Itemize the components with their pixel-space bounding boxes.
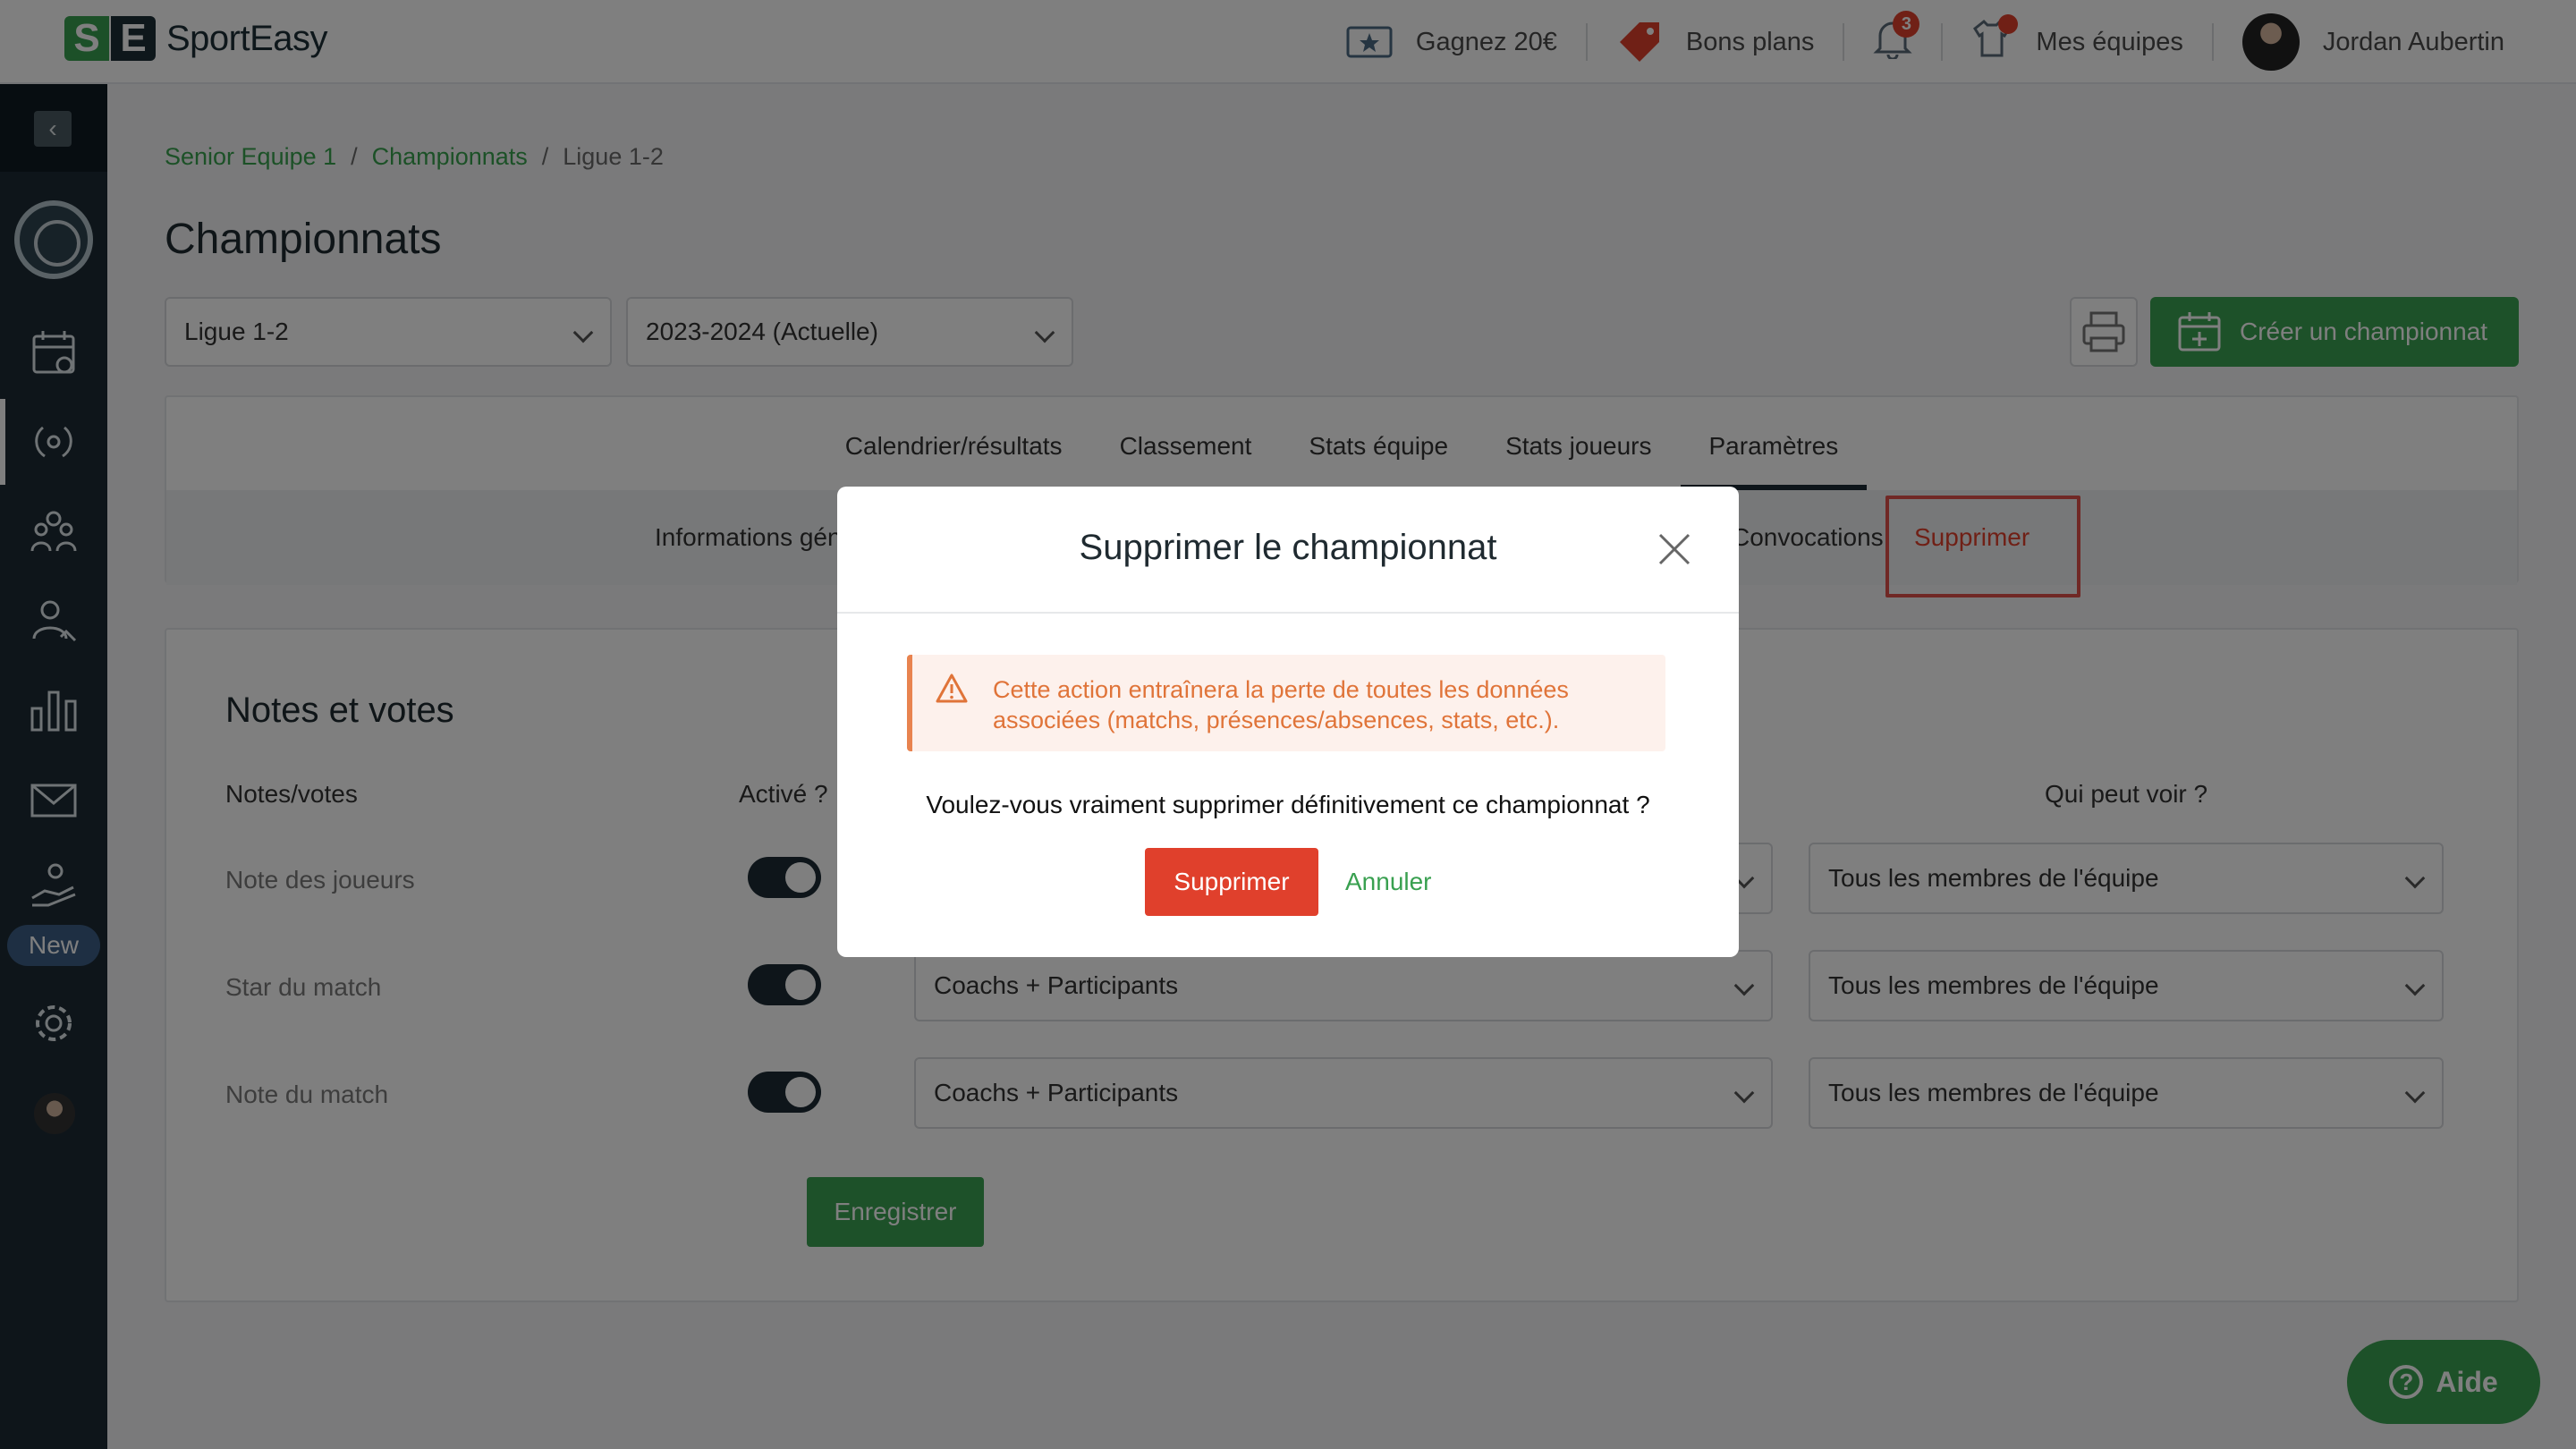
- warning-text: Cette action entraînera la perte de tout…: [993, 676, 1569, 733]
- modal-header: Supprimer le championnat: [837, 487, 1739, 614]
- close-icon[interactable]: [1657, 531, 1692, 567]
- cancel-link[interactable]: Annuler: [1345, 848, 1432, 916]
- warning-alert: Cette action entraînera la perte de tout…: [907, 655, 1665, 751]
- confirm-question: Voulez-vous vraiment supprimer définitiv…: [926, 791, 1650, 818]
- modal-title: Supprimer le championnat: [1079, 528, 1497, 567]
- confirm-delete-button[interactable]: Supprimer: [1145, 848, 1318, 916]
- delete-championship-modal: Supprimer le championnat Cette action en…: [837, 487, 1739, 957]
- warning-triangle-icon: [936, 674, 968, 703]
